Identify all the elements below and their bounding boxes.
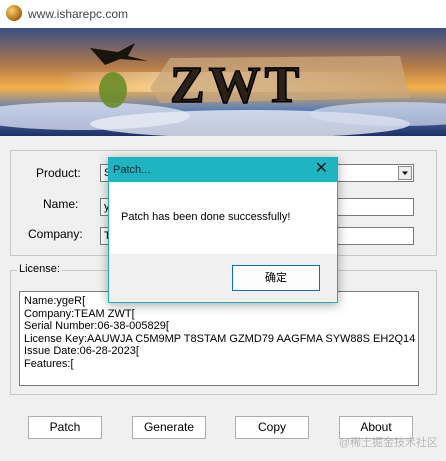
chevron-down-icon[interactable] (398, 166, 412, 180)
zwt-banner: ZWT (0, 28, 446, 136)
app-icon (6, 5, 22, 21)
ok-button[interactable]: 确定 (232, 265, 320, 291)
product-label: Product: (36, 166, 81, 180)
license-line: License Key:AAUWJA C5M9MP T8STAM GZMD79 … (24, 332, 419, 345)
license-group-label: License: (17, 263, 62, 275)
dialog-title: Patch... (113, 164, 151, 176)
dialog-message: Patch has been done successfully! (121, 211, 291, 223)
company-label: Company: (28, 227, 83, 241)
patch-dialog: Patch... ✕ Patch has been done successfu… (108, 157, 338, 303)
banner-logo-text: ZWT (170, 57, 303, 114)
copy-button[interactable]: Copy (235, 416, 309, 439)
license-textbox[interactable]: Name:ygeR[ Company:TEAM ZWT[ Serial Numb… (19, 291, 419, 386)
dialog-title-bar[interactable]: Patch... ✕ (109, 158, 337, 182)
license-line: Serial Number:06-38-005829[ (24, 320, 169, 333)
watermark: @稀土掘金技术社区 (338, 437, 438, 449)
license-line: Company:TEAM ZWT[ (24, 307, 135, 320)
generate-button[interactable]: Generate (132, 416, 206, 439)
title-bar[interactable]: www.isharepc.com (0, 0, 446, 28)
close-icon[interactable]: ✕ (315, 161, 328, 177)
dialog-body: Patch has been done successfully! (109, 182, 337, 254)
patch-button[interactable]: Patch (28, 416, 102, 439)
name-label: Name: (43, 197, 79, 211)
license-line: Features:[ (24, 357, 74, 370)
window-title: www.isharepc.com (28, 7, 129, 21)
license-line: Issue Date:06-28-2023[ (24, 345, 139, 358)
